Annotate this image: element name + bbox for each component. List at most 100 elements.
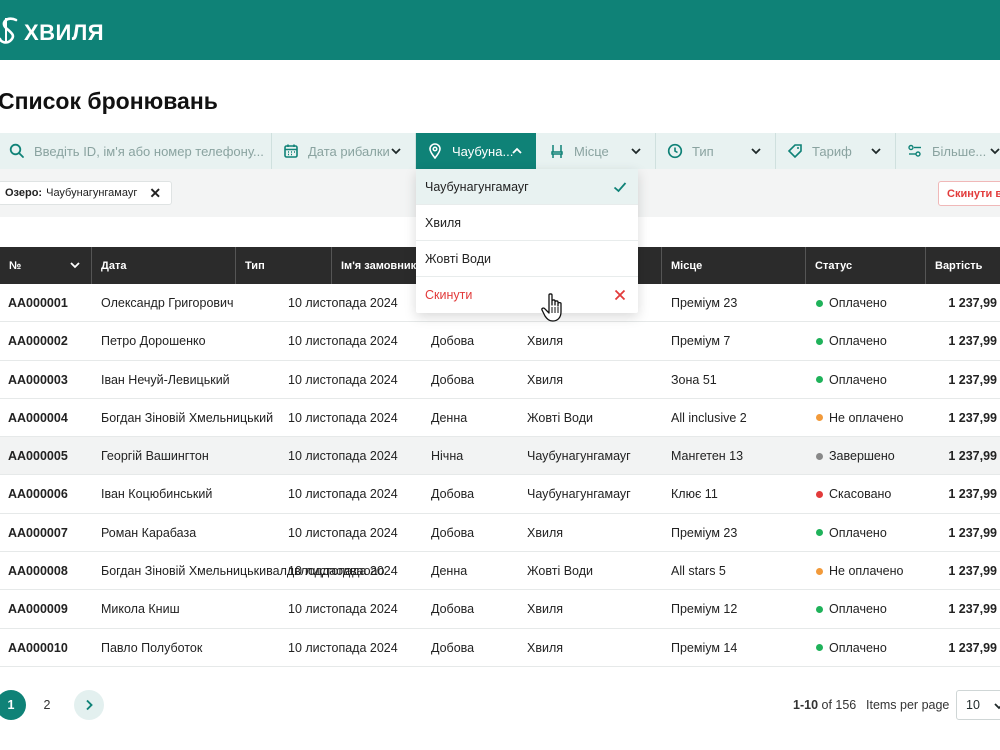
status-badge: Скасовано	[816, 475, 891, 513]
dropdown-option[interactable]: Чаубунагунгамауг	[416, 169, 638, 205]
page-button-1[interactable]: 1	[0, 690, 26, 720]
filter-lake[interactable]: Чаубуна...	[416, 133, 536, 169]
filter-more[interactable]: Більше...	[896, 133, 1000, 169]
status-label: Завершено	[829, 449, 895, 464]
status-dot-icon	[816, 567, 823, 575]
booking-type: Добова	[431, 372, 475, 387]
filter-date[interactable]: Дата рибалки	[272, 133, 416, 169]
dropdown-option[interactable]: Жовті Води	[416, 241, 638, 277]
chevron-down-icon	[631, 148, 641, 155]
logo-icon	[0, 14, 22, 51]
top-bar: ХВИЛЯ	[0, 0, 1000, 60]
booking-date: 10 листопада 2024	[288, 602, 398, 617]
booking-type: Добова	[431, 334, 475, 349]
chevron-up-icon	[512, 147, 522, 154]
items-per-page-label: Items per page	[866, 698, 950, 712]
seat-name: All inclusive 2	[671, 410, 747, 425]
pagination-range: 1-10 of 156	[793, 698, 856, 712]
column-header-label: Тип	[245, 259, 265, 272]
hand-cursor-icon	[541, 293, 562, 322]
booking-cost: 1 237,99	[948, 640, 997, 655]
logo[interactable]: ХВИЛЯ	[0, 14, 104, 51]
table-row[interactable]: AA000010 Павло Полуботок 10 листопада 2024…	[0, 629, 1000, 667]
booking-id: AA000010	[8, 640, 68, 655]
column-header-status[interactable]: Статус	[806, 247, 926, 284]
status-dot-icon	[816, 414, 823, 422]
status-label: Оплачено	[829, 296, 887, 310]
booking-cost: 1 237,99	[948, 449, 997, 464]
table-row[interactable]: AA000007 Роман Карабаза 10 листопада 2024 Д…	[0, 514, 1000, 553]
table-row[interactable]: AA000009 Микола Книш 10 листопада 2024 Добо…	[0, 590, 1000, 629]
column-header-cost[interactable]: Вартість	[926, 247, 1000, 284]
filter-lake-label: Чаубуна...	[452, 143, 514, 159]
lake-name: Жовті Води	[527, 564, 593, 579]
tag-icon	[786, 142, 804, 160]
booking-type: Добова	[431, 525, 475, 540]
dropdown-reset-option[interactable]: Скинути	[416, 277, 638, 313]
booking-id: AA000009	[8, 602, 68, 617]
status-label: Оплачено	[829, 640, 887, 655]
booking-cost: 1 237,99	[948, 334, 997, 349]
filter-seat[interactable]: Місце	[536, 133, 656, 169]
table-row[interactable]: AA000008 Богдан Зіновій Хмельницькивалдвл…	[0, 552, 1000, 591]
table-row[interactable]: AA000005 Георгій Вашингтон 10 листопада 20…	[0, 437, 1000, 476]
column-header-seat[interactable]: Місце	[662, 247, 806, 284]
booking-date: 10 листопада 2024	[288, 410, 398, 425]
search-placeholder: Введіть ID, ім'я або номер телефону...	[34, 143, 264, 159]
booking-cost: 1 237,99	[948, 487, 997, 502]
seat-name: All stars 5	[671, 564, 726, 579]
booking-cost: 1 237,99	[948, 564, 997, 579]
seat-name: Клює 11	[671, 487, 718, 502]
next-page-button[interactable]	[74, 690, 104, 720]
booking-id: AA000005	[8, 449, 68, 464]
seat-name: Преміум 14	[671, 640, 738, 655]
logo-text: ХВИЛЯ	[24, 19, 105, 45]
dropdown-option[interactable]: Хвиля	[416, 205, 638, 241]
status-dot-icon	[816, 605, 823, 613]
booking-date: 10 листопада 2024	[288, 449, 398, 464]
status-label: Оплачено	[829, 334, 887, 349]
sliders-icon	[906, 142, 924, 160]
booking-cost: 1 237,99	[948, 372, 997, 387]
status-badge: Оплачено	[816, 590, 887, 628]
chevron-down-icon	[751, 148, 761, 155]
column-header-date[interactable]: Дата	[92, 247, 236, 284]
booking-date: 10 листопада 2024	[288, 525, 398, 540]
booking-date: 10 листопада 2024	[288, 640, 398, 655]
search-input[interactable]: Введіть ID, ім'я або номер телефону...	[0, 133, 272, 169]
status-dot-icon	[816, 490, 823, 498]
filter-more-label: Більше...	[932, 143, 987, 159]
status-dot-icon	[816, 529, 823, 537]
filter-type[interactable]: Тип	[656, 133, 776, 169]
column-header-label: Вартість	[935, 259, 983, 272]
status-dot-icon	[816, 376, 823, 384]
status-badge: Оплачено	[816, 322, 887, 360]
filter-tariff[interactable]: Тариф	[776, 133, 896, 169]
close-icon[interactable]: ✕	[149, 185, 161, 202]
table-body: AA000001 Олександр Григорович 10 листопада…	[0, 284, 1000, 667]
status-label: Не оплачено	[829, 564, 904, 579]
reset-all-button[interactable]: Скинути все	[938, 181, 1000, 206]
seat-name: Преміум 23	[671, 525, 738, 540]
page-button-2[interactable]: 2	[32, 690, 62, 720]
booking-cost: 1 237,99	[948, 602, 997, 617]
booking-type: Добова	[431, 487, 475, 502]
table-row[interactable]: AA000003 Іван Нечуй-Левицький 10 листопада…	[0, 361, 1000, 399]
status-badge: Оплачено	[816, 361, 887, 399]
check-icon	[613, 182, 627, 193]
chip-value: Чаубунагунгамауг	[46, 187, 138, 199]
booking-cost: 1 237,99	[948, 410, 997, 425]
column-header-type[interactable]: Тип	[236, 247, 332, 284]
table-row[interactable]: AA000004 Богдан Зіновій Хмельницький 10 ли…	[0, 399, 1000, 438]
booking-type: Нічна	[431, 449, 464, 464]
lake-name: Хвиля	[527, 525, 564, 540]
table-row[interactable]: AA000006 Іван Коцюбинський 10 листопада 20…	[0, 475, 1000, 514]
lake-name: Хвиля	[527, 372, 564, 387]
table-row[interactable]: AA000002 Петро Дорошенко 10 листопада 2024…	[0, 322, 1000, 361]
status-dot-icon	[816, 452, 823, 460]
items-per-page-select[interactable]: 10	[956, 690, 1000, 720]
booking-cost: 1 237,99	[948, 525, 997, 540]
lake-name: Чаубунагунгамауг	[527, 487, 631, 502]
column-header-number[interactable]: №	[0, 247, 92, 284]
status-dot-icon	[816, 644, 823, 652]
